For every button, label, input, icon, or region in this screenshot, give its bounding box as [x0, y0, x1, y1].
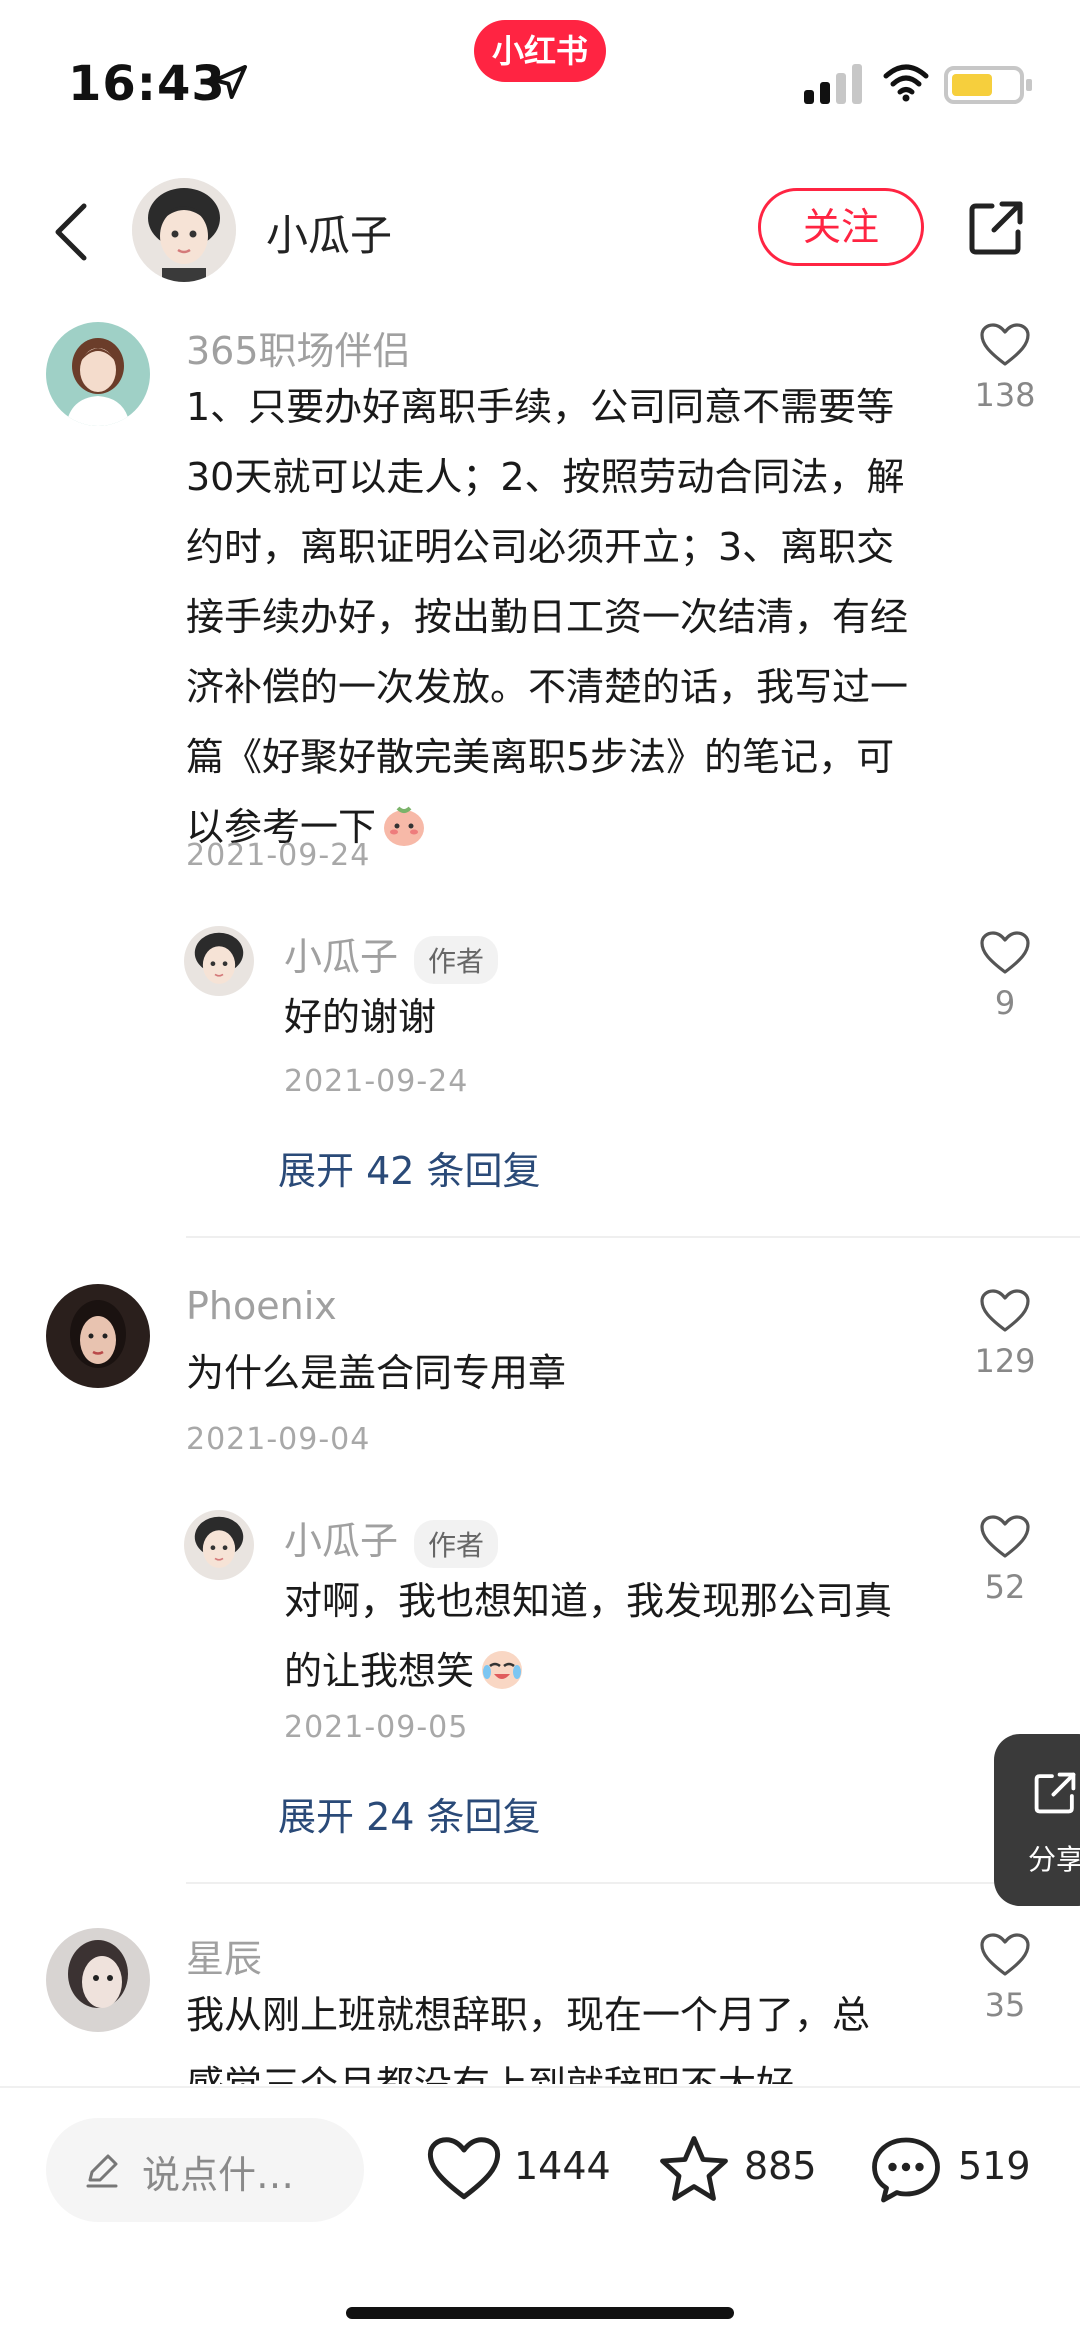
battery-icon [944, 66, 1032, 104]
share-icon[interactable] [966, 198, 1026, 258]
floating-share-button[interactable]: 分享 [994, 1734, 1080, 1906]
crying-laugh-emoji-icon [478, 1644, 526, 1692]
author-tag: 作者 [414, 1519, 499, 1568]
author-avatar[interactable] [132, 178, 236, 282]
status-bar: 16:43 小红书 [0, 0, 1080, 150]
reply-text: 对啊，我也想知道，我发现那公司真的让我想笑 [284, 1579, 893, 1693]
author-name[interactable]: 小瓜子 [266, 202, 392, 263]
comment-date: 2021-09-24 [186, 838, 371, 873]
like-count: 52 [984, 1568, 1026, 1606]
comment-item: 星辰 我从刚上班就想辞职，现在一个月了，总感觉三个月都没有上到就辞职不太好 35 [0, 1928, 1080, 2084]
commenter-name[interactable]: 星辰 [186, 1928, 262, 1983]
share-icon [1034, 1772, 1076, 1814]
collect-button[interactable]: 885 [656, 2134, 826, 2206]
like-count: 1444 [514, 2144, 611, 2188]
like-button[interactable]: 9 [960, 930, 1050, 1022]
comment-input-placeholder: 说点什… [142, 2153, 295, 2197]
location-arrow-icon [213, 65, 247, 99]
heart-icon [980, 1933, 1030, 1976]
divider [186, 1882, 1080, 1884]
like-button[interactable]: 52 [960, 1514, 1050, 1606]
star-icon [660, 2136, 728, 2201]
comment-date: 2021-09-04 [186, 1422, 371, 1457]
reply-avatar[interactable] [184, 926, 254, 996]
wifi-icon [883, 64, 929, 102]
like-button[interactable]: 129 [960, 1288, 1050, 1380]
reply-avatar[interactable] [184, 1510, 254, 1580]
like-note-button[interactable]: 1444 [426, 2134, 616, 2206]
heart-icon [980, 931, 1030, 974]
comment-text: 为什么是盖合同专用章 [186, 1351, 567, 1395]
author-tag: 作者 [414, 935, 499, 984]
reply-text: 好的谢谢 [284, 995, 437, 1039]
like-button[interactable]: 35 [960, 1932, 1050, 2024]
heart-icon [427, 2137, 501, 2200]
follow-button[interactable]: 关注 [758, 188, 924, 266]
comment-input[interactable]: 说点什… [46, 2118, 364, 2222]
divider [186, 1236, 1080, 1238]
comment-bubble-icon [872, 2137, 940, 2203]
emoji-icon [380, 800, 428, 848]
expand-replies-link[interactable]: 展开 24 条回复 [278, 1786, 541, 1841]
bottom-action-bar: 说点什… 1444 885 519 [0, 2086, 1080, 2339]
pen-icon [86, 2154, 118, 2188]
back-chevron-icon[interactable] [48, 200, 92, 264]
status-time: 16:43 [68, 56, 226, 112]
collect-count: 885 [744, 2144, 817, 2188]
heart-icon [980, 323, 1030, 366]
commenter-avatar[interactable] [46, 1928, 150, 2032]
app-badge: 小红书 [474, 20, 606, 82]
like-button[interactable]: 138 [960, 322, 1050, 414]
comment-button[interactable]: 519 [868, 2134, 1038, 2206]
like-count: 129 [974, 1342, 1036, 1380]
commenter-name[interactable]: 365职场伴侣 [186, 320, 411, 375]
home-indicator[interactable] [346, 2307, 734, 2319]
heart-icon [980, 1515, 1030, 1558]
reply-date: 2021-09-24 [284, 1064, 469, 1099]
note-header: 小瓜子 关注 [0, 170, 1080, 290]
comment-text: 1、只要办好离职手续，公司同意不需要等30天就可以走人；2、按照劳动合同法，解约… [186, 385, 909, 849]
reply-date: 2021-09-05 [284, 1710, 469, 1745]
comment-count: 519 [958, 2144, 1031, 2188]
expand-replies-link[interactable]: 展开 42 条回复 [278, 1140, 541, 1195]
comment-text: 我从刚上班就想辞职，现在一个月了，总感觉三个月都没有上到就辞职不太好 [186, 1993, 871, 2084]
commenter-avatar[interactable] [46, 322, 150, 426]
floating-share-label: 分享 [1028, 1843, 1080, 1876]
like-count: 138 [974, 376, 1036, 414]
reply-username[interactable]: 小瓜子 [284, 935, 398, 979]
like-count: 35 [984, 1986, 1026, 2024]
reply-user: 小瓜子 作者 [284, 1510, 499, 1568]
commenter-avatar[interactable] [46, 1284, 150, 1388]
commenter-name[interactable]: Phoenix [186, 1284, 337, 1328]
reply-username[interactable]: 小瓜子 [284, 1519, 398, 1563]
heart-icon [980, 1289, 1030, 1332]
cellular-signal-icon [804, 64, 862, 104]
reply-user: 小瓜子 作者 [284, 926, 499, 984]
like-count: 9 [994, 984, 1016, 1022]
